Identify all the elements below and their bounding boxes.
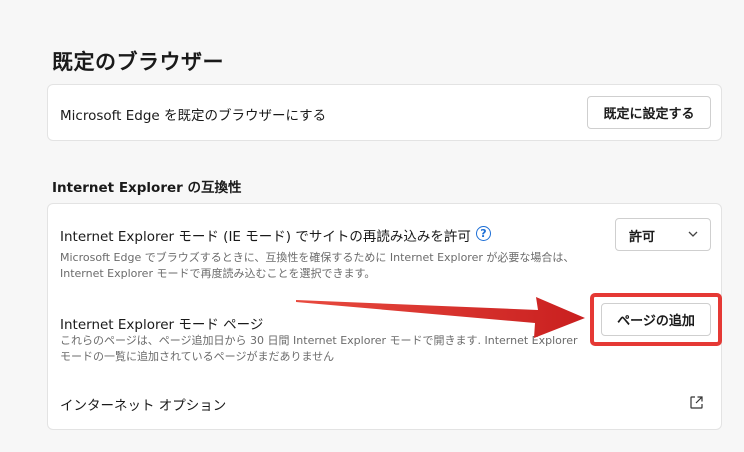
- ie-compat-heading: Internet Explorer の互換性: [52, 180, 242, 196]
- page-title: 既定のブラウザー: [52, 50, 224, 74]
- set-default-button[interactable]: 既定に設定する: [587, 96, 711, 129]
- ie-pages-description-1: これらのページは、ページ追加日から 30 日間 Internet Explore…: [60, 334, 578, 347]
- help-icon[interactable]: ?: [476, 226, 491, 241]
- ie-reload-dropdown[interactable]: 許可: [615, 218, 711, 251]
- ie-reload-label: Internet Explorer モード (IE モード) でサイトの再読み込…: [60, 229, 471, 245]
- ie-reload-description-2: Internet Explorer モードで再度読み込むことを選択できます。: [60, 267, 376, 280]
- ie-reload-description-1: Microsoft Edge でブラウズするときに、互換性を確保するために In…: [60, 251, 575, 264]
- chevron-down-icon: [688, 225, 698, 246]
- default-browser-label: Microsoft Edge を既定のブラウザーにする: [60, 108, 327, 124]
- ie-reload-dropdown-value: 許可: [629, 230, 656, 245]
- highlight-box: [590, 293, 722, 346]
- ie-pages-description-2: モードの一覧に追加されているページがまだありません: [60, 350, 335, 363]
- default-browser-card: Microsoft Edge を既定のブラウザーにする 既定に設定する: [47, 84, 722, 141]
- external-link-icon[interactable]: [689, 395, 704, 414]
- ie-pages-label: Internet Explorer モード ページ: [60, 317, 264, 333]
- internet-options-label[interactable]: インターネット オプション: [60, 394, 226, 414]
